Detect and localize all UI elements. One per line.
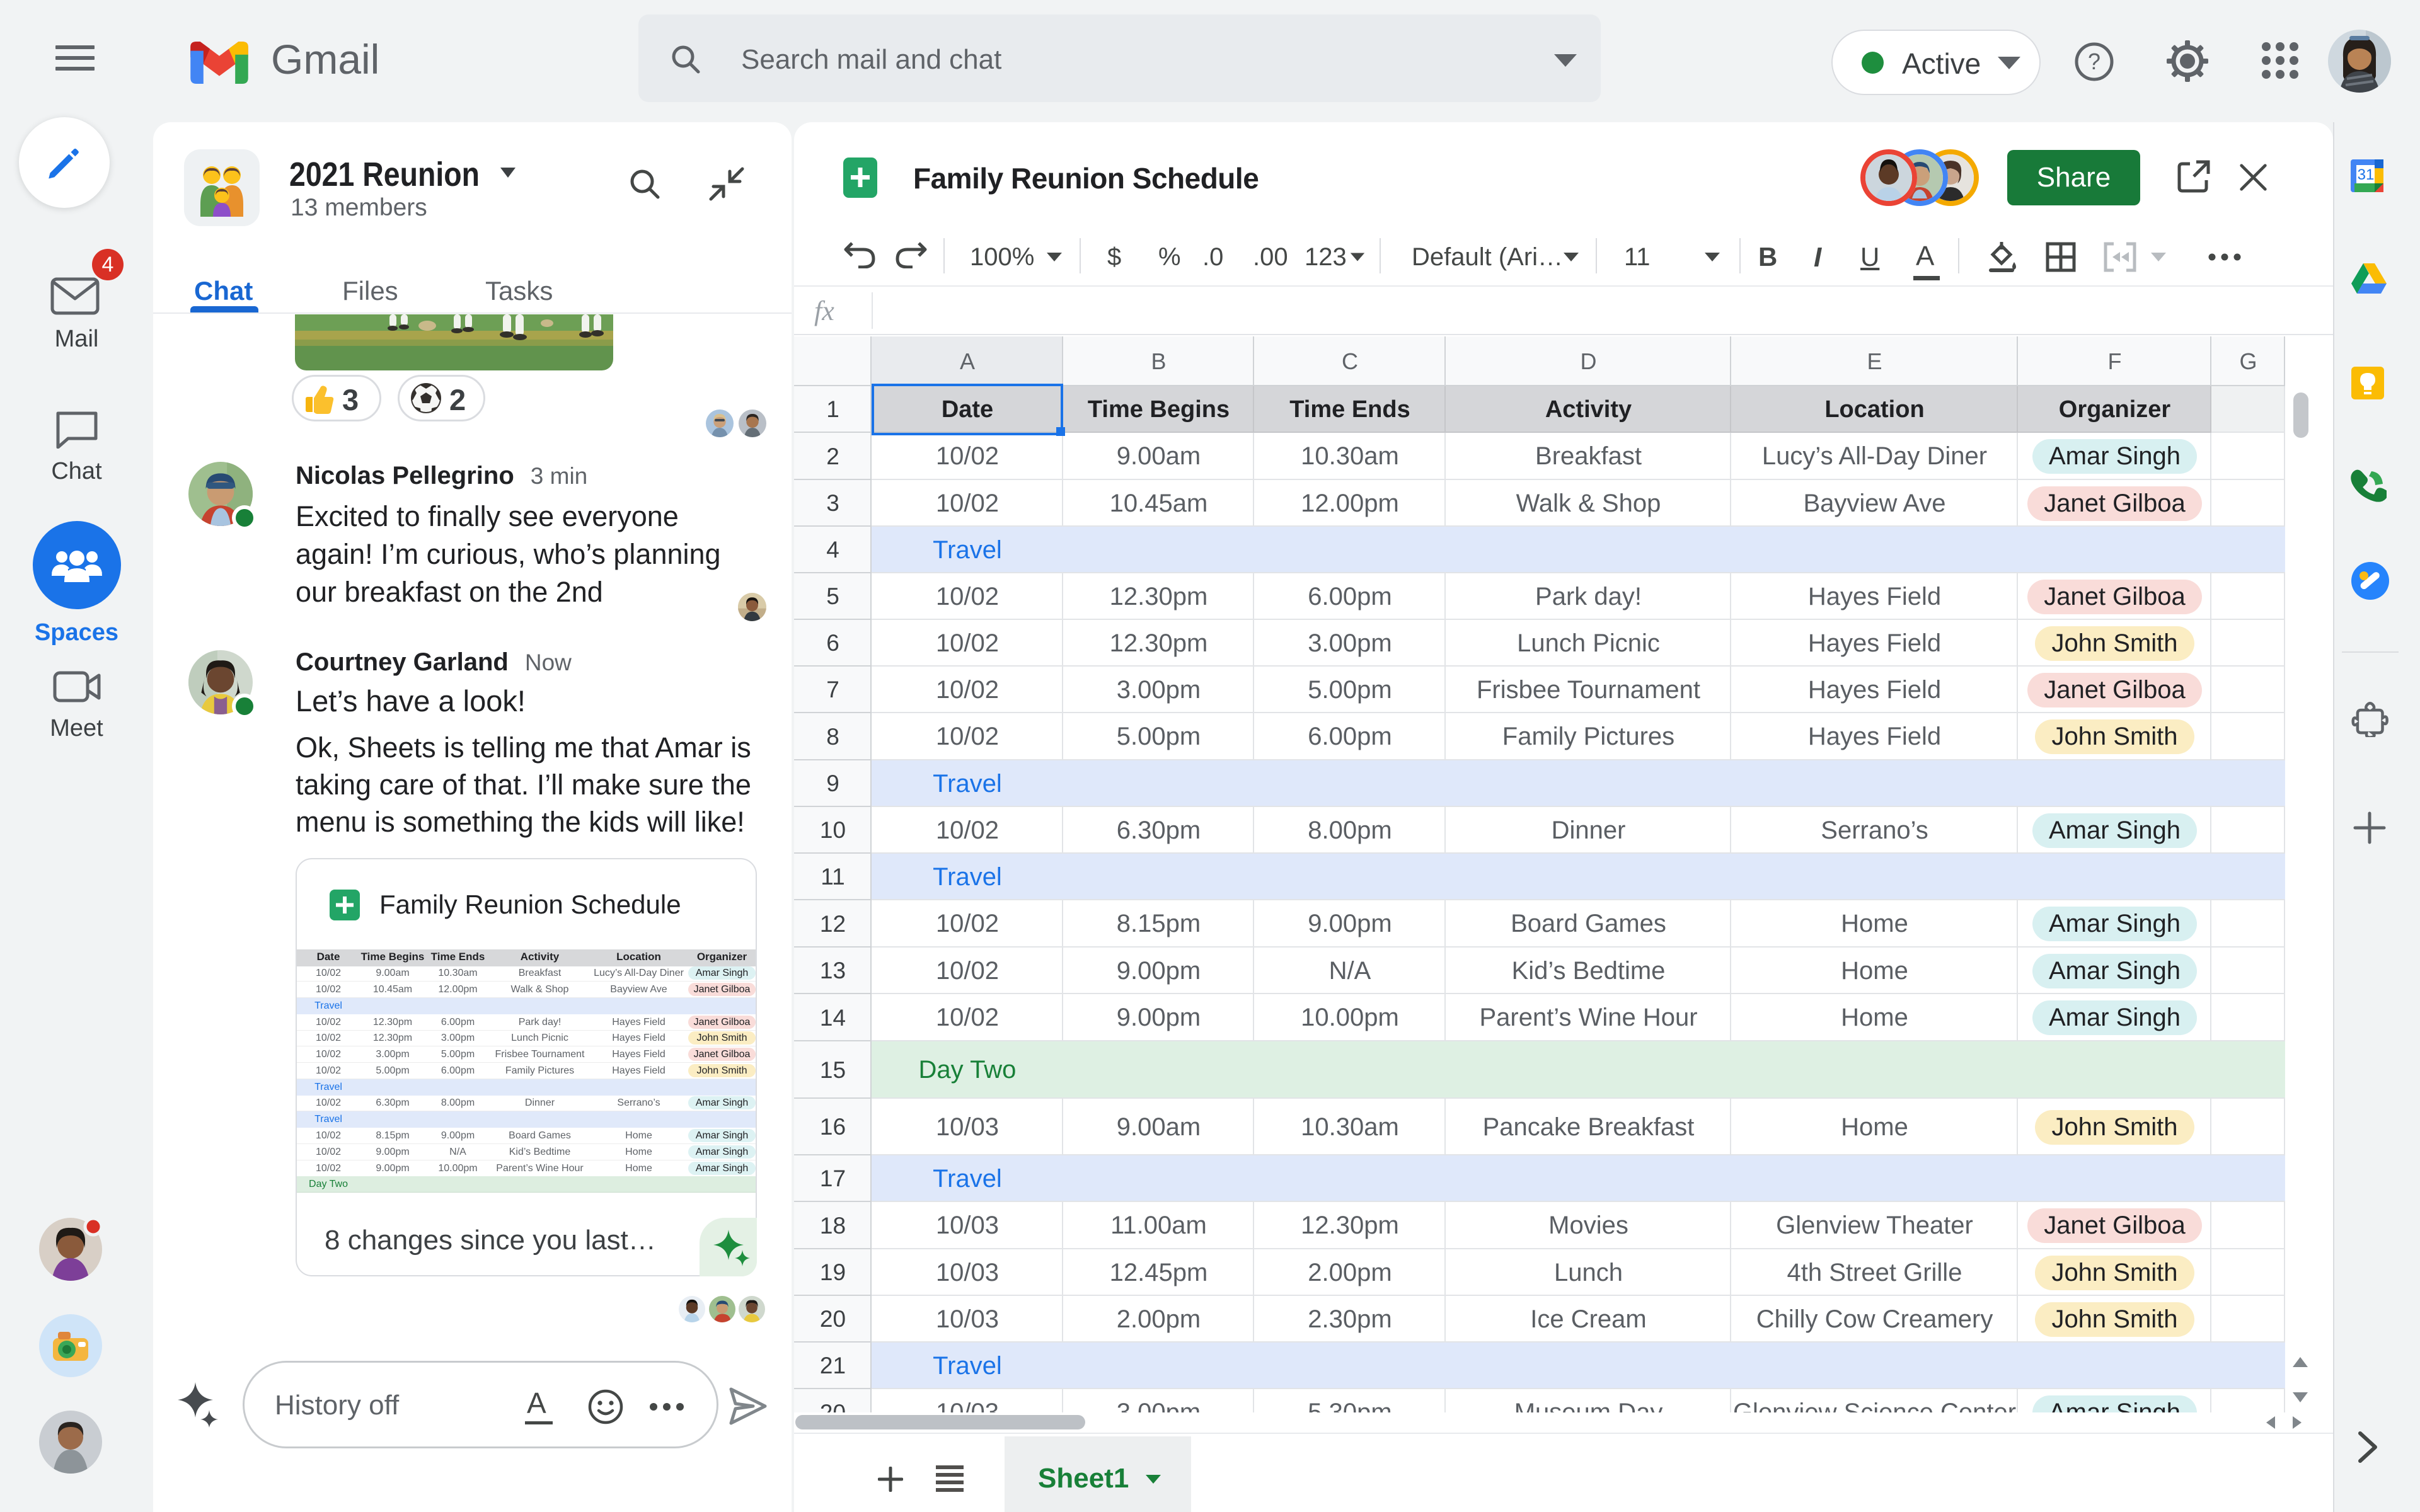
svg-text:31: 31: [2358, 166, 2375, 183]
svg-text:?: ?: [2088, 49, 2100, 74]
